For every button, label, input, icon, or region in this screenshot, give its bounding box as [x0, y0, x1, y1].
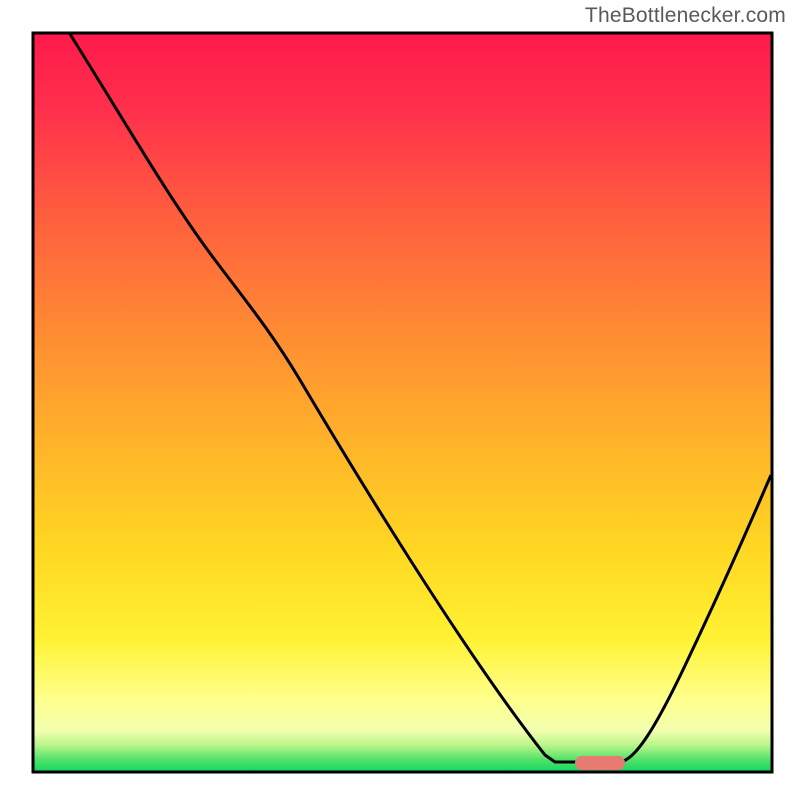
chart-background-gradient [34, 34, 771, 771]
marker-segment [575, 756, 625, 770]
chart-container: TheBottlenecker.com [0, 0, 800, 800]
attribution-text: TheBottlenecker.com [585, 4, 786, 28]
chart-svg [0, 0, 800, 800]
